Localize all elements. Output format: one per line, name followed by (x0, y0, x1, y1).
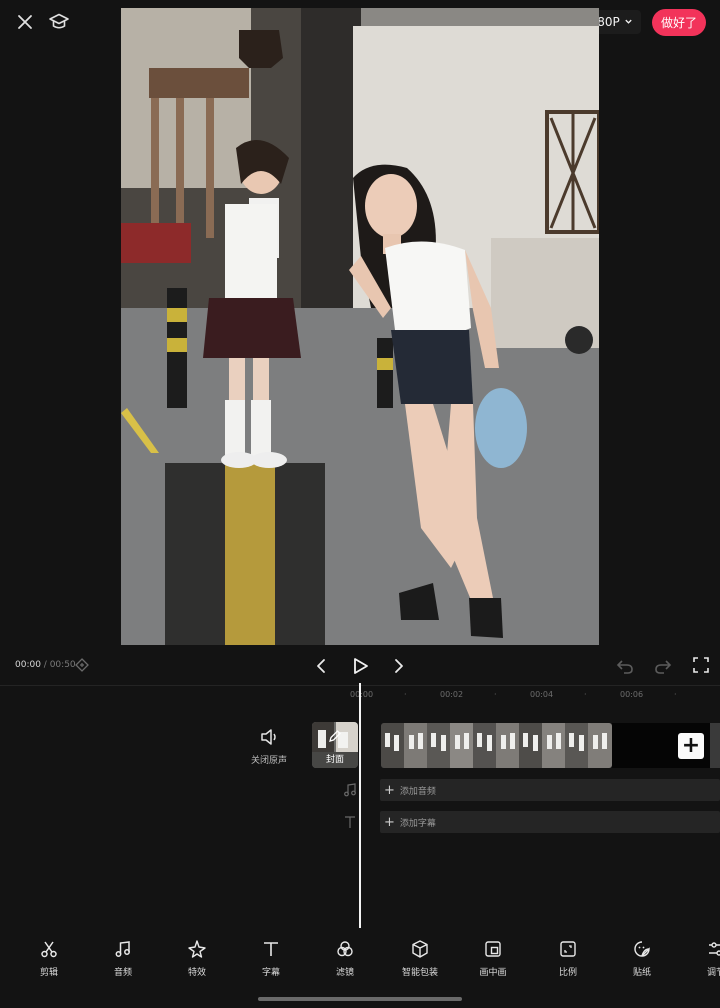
music-note-icon (342, 782, 358, 798)
ruler-dot: · (584, 690, 587, 699)
ruler-tick-label: 00:02 (440, 690, 464, 699)
clip-thumbnails (381, 723, 612, 768)
close-icon[interactable] (12, 9, 38, 35)
plus-icon: + (384, 814, 395, 830)
tool-edit[interactable]: 剪辑 (19, 935, 79, 978)
add-clip-button[interactable]: + (678, 733, 704, 759)
tool-label: 调节 (706, 968, 720, 978)
plus-icon: + (384, 782, 395, 798)
add-audio-track[interactable]: + 添加音频 (380, 779, 720, 801)
done-export-button[interactable]: 做好了 (652, 9, 706, 36)
redo-icon[interactable] (653, 656, 673, 676)
cover-label: 封面 (325, 755, 344, 765)
sticker-icon (634, 941, 650, 957)
music-icon (115, 941, 130, 957)
playhead[interactable] (359, 683, 361, 928)
fullscreen-icon[interactable] (692, 656, 710, 674)
pencil-icon (329, 730, 341, 742)
tool-effects[interactable]: 特效 (167, 935, 227, 978)
tool-adjust[interactable]: 调节 (686, 935, 720, 978)
cover-button[interactable]: 封面 (312, 722, 358, 768)
tool-label: 特效 (187, 968, 206, 978)
tool-label: 比例 (558, 968, 577, 978)
mute-label: 关闭原声 (250, 756, 287, 766)
home-indicator[interactable] (258, 997, 462, 1001)
add-text-label: 添加字幕 (399, 818, 436, 829)
ruler-dot: · (494, 690, 497, 699)
ruler-dot: · (674, 690, 677, 699)
aspect-ratio-icon (560, 941, 576, 957)
total-time: 00:50 (49, 660, 76, 670)
video-editor-screen: 1080P 做好了 00:00 / 00:50 00:00 · 00:02 · … (0, 0, 720, 1008)
next-clip-edge[interactable] (710, 723, 720, 768)
bottom-toolbar: 剪辑 音频 特效 字幕 滤镜 智能包装 画中画 比例 贴纸 调 (0, 935, 720, 985)
diamond-keyframe-icon[interactable] (74, 657, 90, 673)
ai-box-icon (412, 940, 428, 958)
undo-icon[interactable] (615, 656, 635, 676)
ruler-tick-label: 00:06 (620, 690, 644, 699)
current-time: 00:00 (15, 660, 41, 670)
speaker-icon (261, 729, 276, 745)
timecode: 00:00 / 00:50 (15, 660, 76, 670)
tool-aspect-ratio[interactable]: 比例 (538, 935, 598, 978)
video-clip-strip[interactable] (381, 723, 612, 768)
tool-label: 贴纸 (632, 968, 651, 978)
tool-label: 音频 (113, 968, 132, 978)
time-separator: / (40, 660, 50, 670)
add-audio-label: 添加音频 (399, 786, 436, 797)
add-text-track[interactable]: + 添加字幕 (380, 811, 720, 833)
picture-in-picture-icon (485, 941, 501, 957)
ruler-dot: · (404, 690, 407, 699)
scissors-icon (41, 941, 57, 958)
tool-picture-in-picture[interactable]: 画中画 (463, 935, 523, 978)
text-icon (264, 942, 278, 956)
tool-label: 字幕 (261, 968, 280, 978)
filter-circles-icon (337, 941, 353, 957)
tool-filter[interactable]: 滤镜 (315, 935, 375, 978)
adjust-sliders-icon (709, 942, 720, 956)
sparkle-star-icon (188, 940, 206, 958)
tool-sticker[interactable]: 贴纸 (612, 935, 672, 978)
video-frame-image (121, 8, 599, 645)
video-preview[interactable] (121, 8, 599, 645)
chevron-down-icon (624, 15, 633, 29)
tool-label: 滤镜 (335, 968, 354, 978)
mute-original-audio-button[interactable]: 关闭原声 (246, 728, 292, 766)
tool-label: 智能包装 (401, 968, 438, 978)
play-icon[interactable] (349, 655, 371, 677)
tool-label: 画中画 (479, 968, 507, 978)
playback-controls: 00:00 / 00:50 (0, 650, 720, 682)
graduation-cap-icon[interactable] (46, 9, 72, 35)
tool-label: 剪辑 (39, 968, 58, 978)
tool-text[interactable]: 字幕 (241, 935, 301, 978)
tool-smart-package[interactable]: 智能包装 (390, 935, 450, 978)
chevron-right-icon[interactable] (389, 656, 409, 676)
ruler-tick-label: 00:04 (530, 690, 554, 699)
chevron-left-icon[interactable] (311, 656, 331, 676)
ruler-tick-label: 00:00 (350, 690, 374, 699)
text-t-icon (342, 814, 358, 830)
tool-audio[interactable]: 音频 (93, 935, 153, 978)
